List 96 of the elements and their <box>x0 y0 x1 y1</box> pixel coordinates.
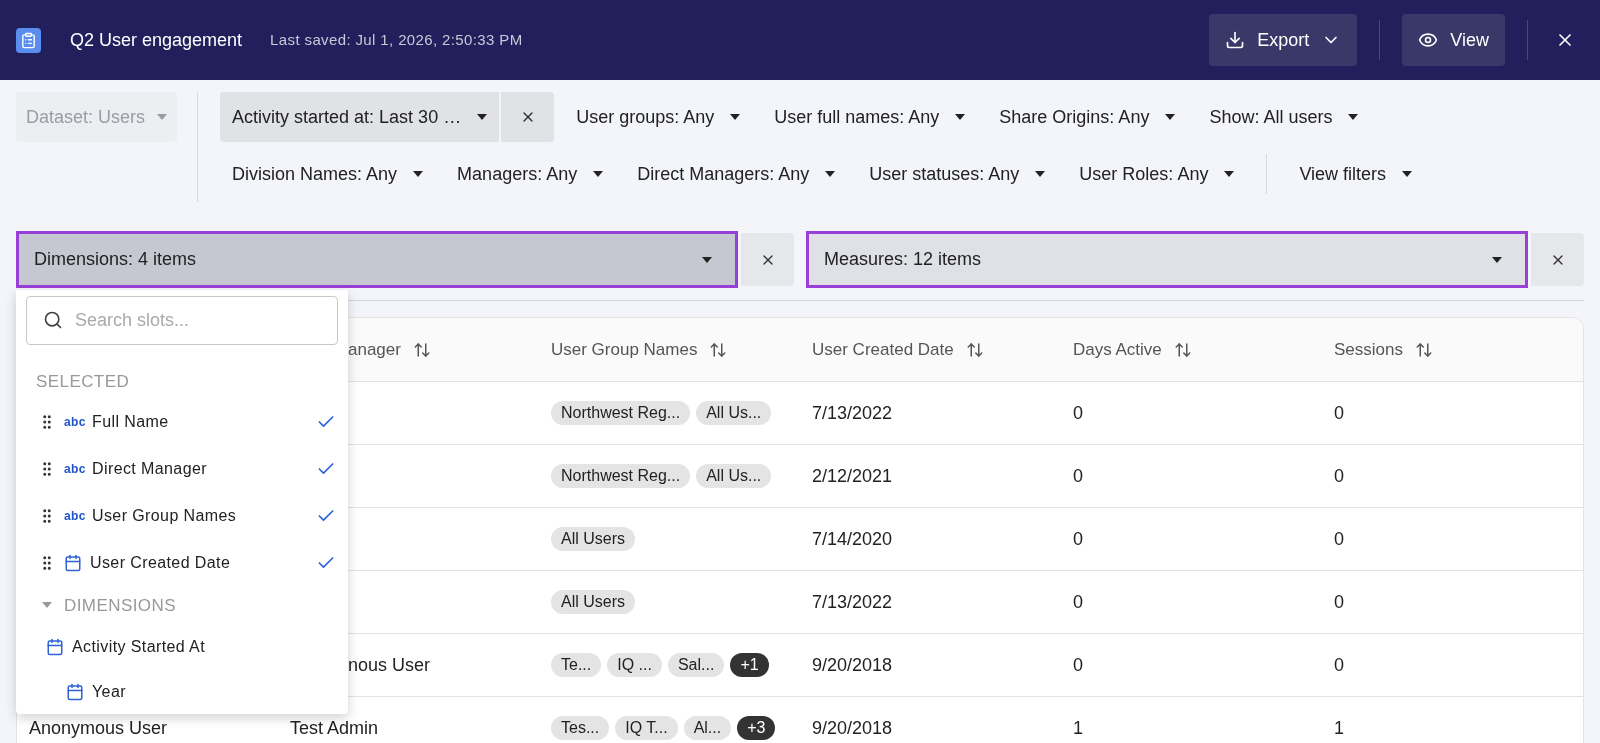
selected-slot-item[interactable]: User Created Date <box>26 539 338 587</box>
more-count-badge: +3 <box>737 716 776 740</box>
calendar-icon <box>66 682 84 701</box>
caret-icon <box>1402 171 1413 177</box>
table-cell: 9/20/2018 <box>812 717 893 738</box>
table-cell: 0 <box>1334 654 1344 675</box>
group-tag: All Us... <box>696 401 772 425</box>
table-cell: 7/13/2022 <box>812 402 893 423</box>
group-tag: IQ T... <box>615 716 678 740</box>
filter-dropdown[interactable]: Activity started at: Last 30 … <box>220 92 500 142</box>
caret-icon <box>1035 171 1046 177</box>
table-cell: 0 <box>1073 654 1083 675</box>
table-cell: 7/13/2022 <box>812 591 893 612</box>
filter-dropdown[interactable]: Direct Managers: Any <box>625 149 848 199</box>
search-field[interactable]: Search slots... <box>75 306 321 334</box>
report-icon <box>16 27 41 53</box>
caret-icon <box>477 114 488 120</box>
dimension-item[interactable]: Activity Started At <box>26 624 338 670</box>
column-header[interactable]: anager <box>348 336 401 363</box>
sort-icon[interactable] <box>965 340 984 359</box>
filter-dropdown[interactable]: User statuses: Any <box>857 149 1058 199</box>
group-tag: Tes... <box>551 716 610 740</box>
filter-dropdown[interactable]: Managers: Any <box>445 149 616 199</box>
text-type-icon: abc <box>64 459 84 478</box>
caret-icon <box>1224 171 1235 177</box>
table-cell: 0 <box>1334 528 1344 549</box>
caret-icon <box>1492 256 1502 263</box>
caret-icon <box>157 114 168 120</box>
selected-slot-item[interactable]: abc User Group Names <box>26 492 338 540</box>
table-cell: Anonymous User <box>29 717 168 738</box>
group-tag: Te... <box>551 653 602 677</box>
caret-icon <box>1348 114 1359 120</box>
caret-icon <box>1165 114 1176 120</box>
sort-icon[interactable] <box>1173 340 1192 359</box>
group-tag: IQ ... <box>607 653 662 677</box>
text-type-icon: abc <box>64 412 84 431</box>
slot-dropdown[interactable]: Dimensions: 4 items <box>16 231 738 288</box>
table-cell: 1 <box>1073 717 1083 738</box>
view-button[interactable]: View <box>1402 14 1505 66</box>
sort-icon[interactable] <box>1415 340 1433 359</box>
caret-icon <box>955 114 966 120</box>
sort-icon[interactable] <box>709 340 728 359</box>
column-header[interactable]: Days Active <box>1073 336 1162 363</box>
table-cell: 1 <box>1334 717 1344 738</box>
filter-dropdown[interactable]: View filters <box>1287 149 1425 199</box>
slot-dropdown[interactable]: Measures: 12 items <box>806 231 1528 288</box>
filter-dropdown[interactable]: Show: All users <box>1197 92 1371 142</box>
table-cell: nous User <box>348 654 431 675</box>
text-type-icon: abc <box>64 506 84 525</box>
table-cell: 9/20/2018 <box>812 654 893 675</box>
table-cell: 0 <box>1073 528 1083 549</box>
search-icon <box>43 310 63 331</box>
group-tag: Northwest Reg... <box>551 401 691 425</box>
filter-dropdown[interactable]: Share Origins: Any <box>987 92 1188 142</box>
table-cell: 0 <box>1334 465 1344 486</box>
caret-icon <box>42 602 52 609</box>
column-header[interactable]: Sessions <box>1334 336 1403 363</box>
calendar-icon <box>46 638 64 657</box>
group-tag: All Us... <box>696 464 772 488</box>
calendar-icon <box>64 553 82 572</box>
caret-icon <box>702 256 712 263</box>
download-icon <box>1225 30 1246 50</box>
group-tag: All Users <box>551 590 635 614</box>
group-tag: Northwest Reg... <box>551 464 691 488</box>
table-cell: 0 <box>1334 591 1344 612</box>
table-cell: 0 <box>1334 402 1344 423</box>
table-cell: 0 <box>1073 402 1083 423</box>
filter-dropdown[interactable]: User full names: Any <box>762 92 978 142</box>
table-cell: Test Admin <box>290 717 379 738</box>
filter-dropdown[interactable]: Division Names: Any <box>220 149 436 199</box>
last-saved-text: Last saved: Jul 1, 2026, 2:50:33 PM <box>270 29 523 50</box>
caret-icon <box>593 171 604 177</box>
dimension-item[interactable]: Year <box>26 669 338 714</box>
export-button[interactable]: Export <box>1209 14 1358 66</box>
section-heading: SELECTED <box>36 370 131 393</box>
table-cell: 7/14/2020 <box>812 528 893 549</box>
group-tag: Al... <box>683 716 732 740</box>
table-cell: 0 <box>1073 465 1083 486</box>
filter-dropdown[interactable]: User Roles: Any <box>1067 149 1247 199</box>
selected-slot-item[interactable]: abc Full Name <box>26 398 338 446</box>
search-box[interactable]: Search slots... <box>26 296 338 345</box>
eye-icon <box>1418 30 1439 50</box>
group-tag: All Users <box>551 527 635 551</box>
report-title: Q2 User engagement <box>70 28 243 52</box>
filter-dropdown[interactable]: User groups: Any <box>564 92 753 142</box>
caret-icon <box>413 171 424 177</box>
column-header[interactable]: User Created Date <box>812 336 954 363</box>
group-tag: Sal... <box>667 653 725 677</box>
caret-icon <box>730 114 741 120</box>
selected-slot-item[interactable]: abc Direct Manager <box>26 445 338 493</box>
sort-icon[interactable] <box>412 340 431 359</box>
column-header[interactable]: User Group Names <box>551 336 698 363</box>
table-cell: 0 <box>1073 591 1083 612</box>
caret-icon <box>825 171 836 177</box>
table-cell: 2/12/2021 <box>812 465 893 486</box>
more-count-badge: +1 <box>730 653 769 677</box>
